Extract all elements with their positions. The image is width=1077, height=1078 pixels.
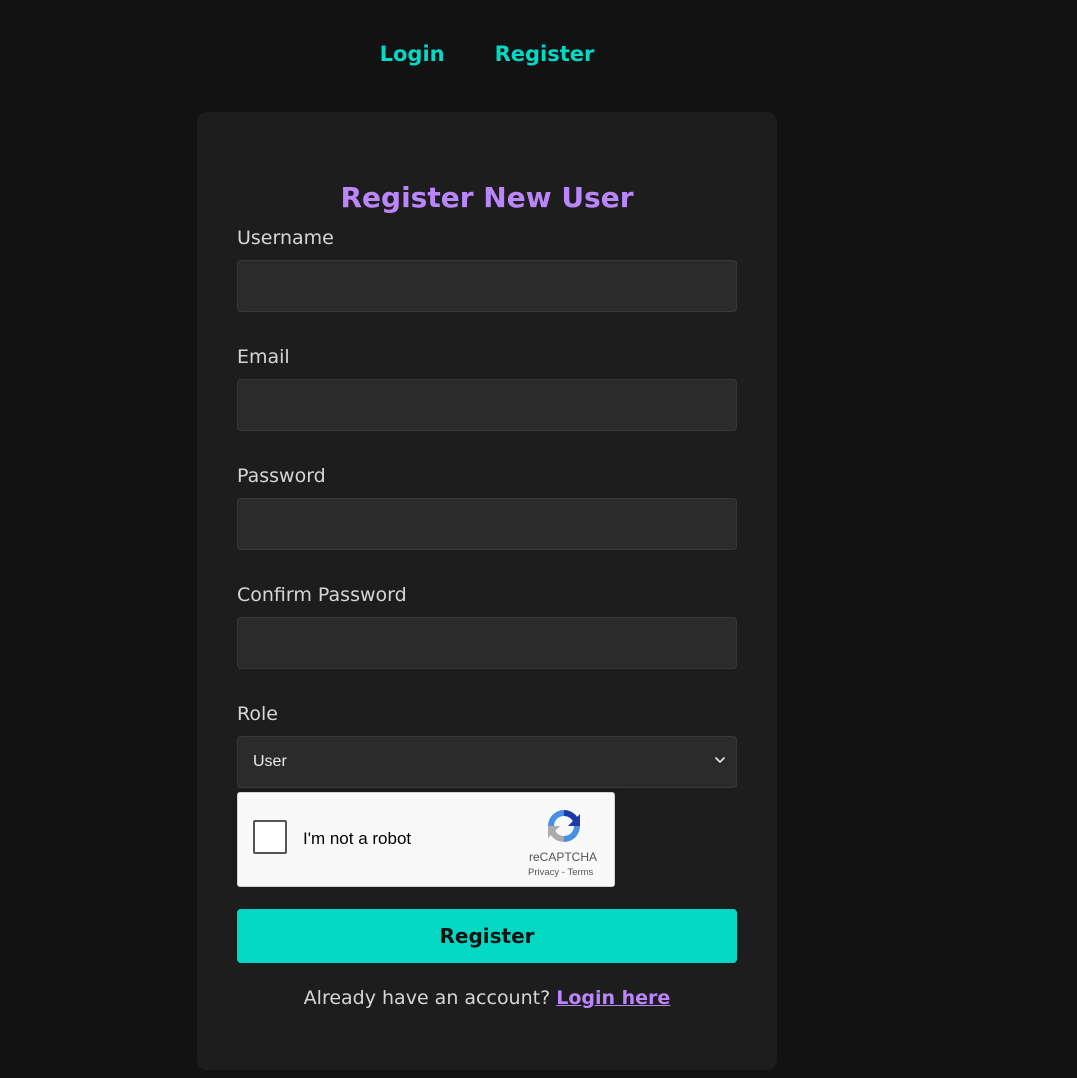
top-nav: Login Register xyxy=(0,42,974,66)
email-label: Email xyxy=(237,346,290,368)
login-prompt: Already have an account? Login here xyxy=(197,987,777,1009)
recaptcha-logo-icon xyxy=(548,810,580,842)
username-input[interactable] xyxy=(237,260,737,312)
login-here-link[interactable]: Login here xyxy=(556,987,670,1009)
page-title: Register New User xyxy=(340,181,634,214)
recaptcha-brand: reCAPTCHA xyxy=(529,850,598,864)
recaptcha-checkbox[interactable] xyxy=(253,820,287,854)
confirm-password-input[interactable] xyxy=(237,617,737,669)
email-input[interactable] xyxy=(237,379,737,431)
recaptcha-separator: - xyxy=(561,867,565,878)
role-select[interactable]: User xyxy=(237,736,737,788)
confirm-password-label: Confirm Password xyxy=(237,584,407,606)
register-button[interactable]: Register xyxy=(237,909,737,963)
recaptcha-terms-link[interactable]: Terms xyxy=(567,867,593,878)
chevron-down-icon xyxy=(715,757,725,763)
password-input[interactable] xyxy=(237,498,737,550)
role-select-value: User xyxy=(253,753,287,770)
recaptcha-label: I'm not a robot xyxy=(303,829,412,848)
role-label: Role xyxy=(237,703,278,725)
register-card: Register New User Username Email Passwor… xyxy=(197,112,777,1070)
login-prompt-text: Already have an account? xyxy=(303,987,551,1009)
username-label: Username xyxy=(237,227,334,249)
nav-login-link[interactable]: Login xyxy=(380,42,445,66)
recaptcha-privacy-link[interactable]: Privacy xyxy=(528,867,559,878)
nav-register-link[interactable]: Register xyxy=(495,42,595,66)
recaptcha-widget: I'm not a robot reCAPTCHA Privacy - Term… xyxy=(237,792,615,887)
password-label: Password xyxy=(237,465,326,487)
recaptcha-links: Privacy - Terms xyxy=(528,867,593,878)
